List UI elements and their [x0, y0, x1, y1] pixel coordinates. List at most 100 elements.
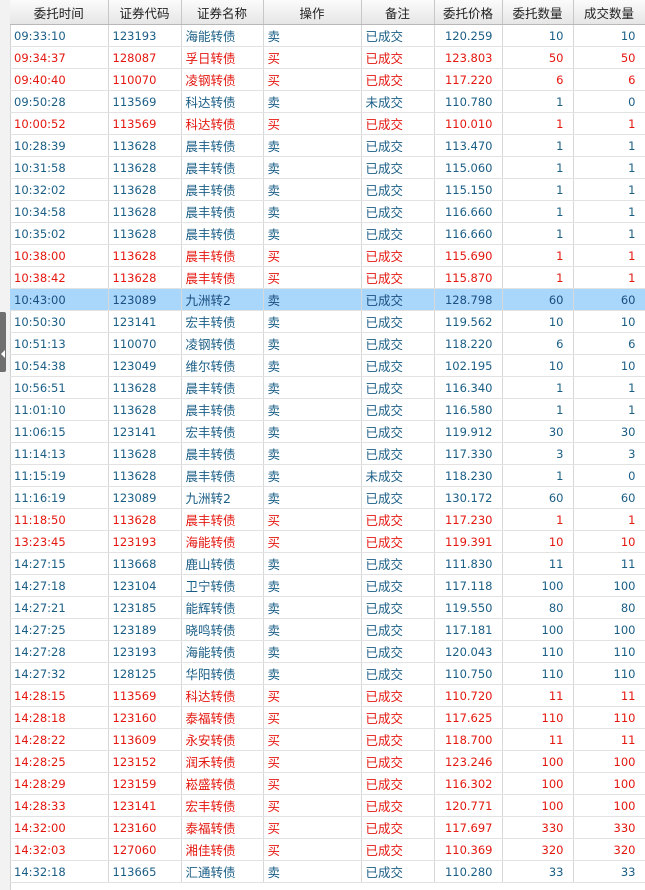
- col-header-note[interactable]: 备注: [361, 0, 435, 25]
- cell-code: 128125: [108, 662, 182, 685]
- table-row[interactable]: 14:28:25 123152 润禾转债买已成交 123.246 100 100: [10, 750, 645, 773]
- table-row[interactable]: 09:40:40 110070 凌钢转债买已成交 117.220 6 6: [10, 68, 645, 91]
- table-row[interactable]: 14:27:21 123185 能辉转债卖已成交 119.550 80 80: [10, 596, 645, 619]
- table-row[interactable]: 10:50:30 123141 宏丰转债卖已成交 119.562 10 10: [10, 310, 645, 333]
- cell-note: 已成交: [361, 530, 435, 553]
- cell-price: 102.195: [434, 354, 503, 377]
- cell-note: 已成交: [361, 354, 435, 377]
- cell-price: 115.870: [434, 266, 503, 289]
- cell-price: 123.246: [434, 750, 503, 773]
- cell-filled: 110: [573, 640, 645, 663]
- cell-filled: 110: [573, 662, 645, 685]
- cell-quantity: 100: [502, 574, 574, 597]
- col-header-price[interactable]: 委托价格: [434, 0, 503, 25]
- cell-operation: 卖: [263, 464, 362, 487]
- table-row[interactable]: 14:27:25 123189 晓鸣转债卖已成交 117.181 100 100: [10, 618, 645, 641]
- cell-operation: 卖: [263, 178, 362, 201]
- cell-code: 113628: [108, 244, 182, 267]
- table-row[interactable]: 11:16:19 123089 九洲转2 卖已成交 130.172 60 60: [10, 486, 645, 509]
- table-row[interactable]: 14:28:33 123141 宏丰转债买已成交 120.771 100 100: [10, 794, 645, 817]
- table-row[interactable]: 13:23:45 123193 海能转债买已成交 119.391 10 10: [10, 530, 645, 553]
- table-row[interactable]: 14:27:15 113668 鹿山转债卖已成交 111.830 11 11: [10, 552, 645, 575]
- table-row[interactable]: 11:06:15 123141 宏丰转债卖已成交 119.912 30 30: [10, 420, 645, 443]
- cell-filled: 1: [573, 112, 645, 135]
- table-row[interactable]: 14:28:29 123159 崧盛转债买已成交 116.302 100 100: [10, 772, 645, 795]
- table-row[interactable]: 14:32:18 113665 汇通转债卖已成交 110.280 33 33: [10, 860, 645, 883]
- cell-operation: 卖: [263, 222, 362, 245]
- table-row[interactable]: 10:35:02 113628 晨丰转债卖已成交 116.660 1 1: [10, 222, 645, 245]
- col-header-operation[interactable]: 操作: [263, 0, 362, 25]
- table-row[interactable]: 09:34:37 128087 孚日转债买已成交 123.803 50 50: [10, 46, 645, 69]
- col-header-filled[interactable]: 成交数量: [573, 0, 645, 25]
- cell-time: 10:28:39: [10, 134, 109, 157]
- table-row[interactable]: 14:32:00 123160 泰福转债买已成交 117.697 330 330: [10, 816, 645, 839]
- cell-time: 14:32:18: [10, 860, 109, 883]
- table-row[interactable]: 11:14:13 113628 晨丰转债卖已成交 117.330 3 3: [10, 442, 645, 465]
- table-row[interactable]: 10:28:39 113628 晨丰转债卖已成交 113.470 1 1: [10, 134, 645, 157]
- table-row[interactable]: 14:27:18 123104 卫宁转债卖已成交 117.118 100 100: [10, 574, 645, 597]
- cell-note: 已成交: [361, 420, 435, 443]
- cell-name: 晨丰转债: [181, 376, 264, 399]
- cell-code: 113628: [108, 376, 182, 399]
- panel-collapse-handle[interactable]: [0, 312, 6, 372]
- table-row[interactable]: 11:01:10 113628 晨丰转债卖已成交 116.580 1 1: [10, 398, 645, 421]
- cell-operation: 买: [263, 816, 362, 839]
- cell-code: 113628: [108, 464, 182, 487]
- cell-code: 113665: [108, 860, 182, 883]
- cell-price: 120.043: [434, 640, 503, 663]
- table-row[interactable]: 14:27:28 123193 海能转债卖已成交 120.043 110 110: [10, 640, 645, 663]
- table-row[interactable]: 10:31:58 113628 晨丰转债卖已成交 115.060 1 1: [10, 156, 645, 179]
- table-row[interactable]: 10:38:42 113628 晨丰转债买已成交 115.870 1 1: [10, 266, 645, 289]
- cell-quantity: 3: [502, 442, 574, 465]
- cell-note: 已成交: [361, 332, 435, 355]
- cell-operation: 买: [263, 508, 362, 531]
- cell-quantity: 10: [502, 530, 574, 553]
- cell-time: 14:27:21: [10, 596, 109, 619]
- col-header-code[interactable]: 证券代码: [108, 0, 182, 25]
- cell-quantity: 1: [502, 134, 574, 157]
- table-row[interactable]: 10:38:00 113628 晨丰转债买已成交 115.690 1 1: [10, 244, 645, 267]
- table-row[interactable]: 14:28:18 123160 泰福转债买已成交 117.625 110 110: [10, 706, 645, 729]
- cell-name: 泰福转债: [181, 816, 264, 839]
- cell-filled: 30: [573, 420, 645, 443]
- table-row[interactable]: 10:51:13 110070 凌钢转债卖已成交 118.220 6 6: [10, 332, 645, 355]
- cell-note: 已成交: [361, 662, 435, 685]
- cell-name: 晨丰转债: [181, 156, 264, 179]
- cell-code: 123160: [108, 706, 182, 729]
- cell-code: 127060: [108, 838, 182, 861]
- cell-price: 117.330: [434, 442, 503, 465]
- cell-note: 已成交: [361, 310, 435, 333]
- table-row[interactable]: 10:32:02 113628 晨丰转债卖已成交 115.150 1 1: [10, 178, 645, 201]
- table-row[interactable]: 10:34:58 113628 晨丰转债卖已成交 116.660 1 1: [10, 200, 645, 223]
- cell-time: 14:28:29: [10, 772, 109, 795]
- cell-filled: 100: [573, 750, 645, 773]
- col-header-quantity[interactable]: 委托数量: [502, 0, 574, 25]
- cell-filled: 100: [573, 772, 645, 795]
- cell-price: 117.697: [434, 816, 503, 839]
- col-header-name[interactable]: 证券名称: [181, 0, 264, 25]
- table-row[interactable]: 14:28:15 113569 科达转债买已成交 110.720 11 11: [10, 684, 645, 707]
- cell-filled: 100: [573, 794, 645, 817]
- table-row[interactable]: 10:54:38 123049 维尔转债卖已成交 102.195 10 10: [10, 354, 645, 377]
- table-row[interactable]: 14:32:03 127060 湘佳转债买已成交 110.369 320 320: [10, 838, 645, 861]
- table-row[interactable]: 09:33:10 123193 海能转债卖已成交 120.259 10 10: [10, 24, 645, 47]
- table-row[interactable]: 10:43:00 123089 九洲转2 卖已成交 128.798 60 60: [10, 288, 645, 311]
- cell-operation: 卖: [263, 200, 362, 223]
- table-row[interactable]: 14:28:22 113609 永安转债买已成交 118.700 11 11: [10, 728, 645, 751]
- cell-operation: 卖: [263, 354, 362, 377]
- table-row[interactable]: 10:00:52 113569 科达转债买已成交 110.010 1 1: [10, 112, 645, 135]
- cell-price: 119.550: [434, 596, 503, 619]
- cell-name: 汇通转债: [181, 860, 264, 883]
- table-row[interactable]: 10:56:51 113628 晨丰转债卖已成交 116.340 1 1: [10, 376, 645, 399]
- col-header-time[interactable]: 委托时间: [10, 0, 109, 25]
- table-row[interactable]: 09:50:28 113569 科达转债卖未成交 110.780 1 0: [10, 90, 645, 113]
- table-row[interactable]: 11:15:19 113628 晨丰转债卖未成交 118.230 1 0: [10, 464, 645, 487]
- cell-time: 09:40:40: [10, 68, 109, 91]
- cell-quantity: 1: [502, 178, 574, 201]
- cell-code: 123160: [108, 816, 182, 839]
- cell-code: 110070: [108, 68, 182, 91]
- cell-note: 已成交: [361, 640, 435, 663]
- table-row[interactable]: 11:18:50 113628 晨丰转债买已成交 117.230 1 1: [10, 508, 645, 531]
- cell-filled: 11: [573, 728, 645, 751]
- table-row[interactable]: 14:27:32 128125 华阳转债卖已成交 110.750 110 110: [10, 662, 645, 685]
